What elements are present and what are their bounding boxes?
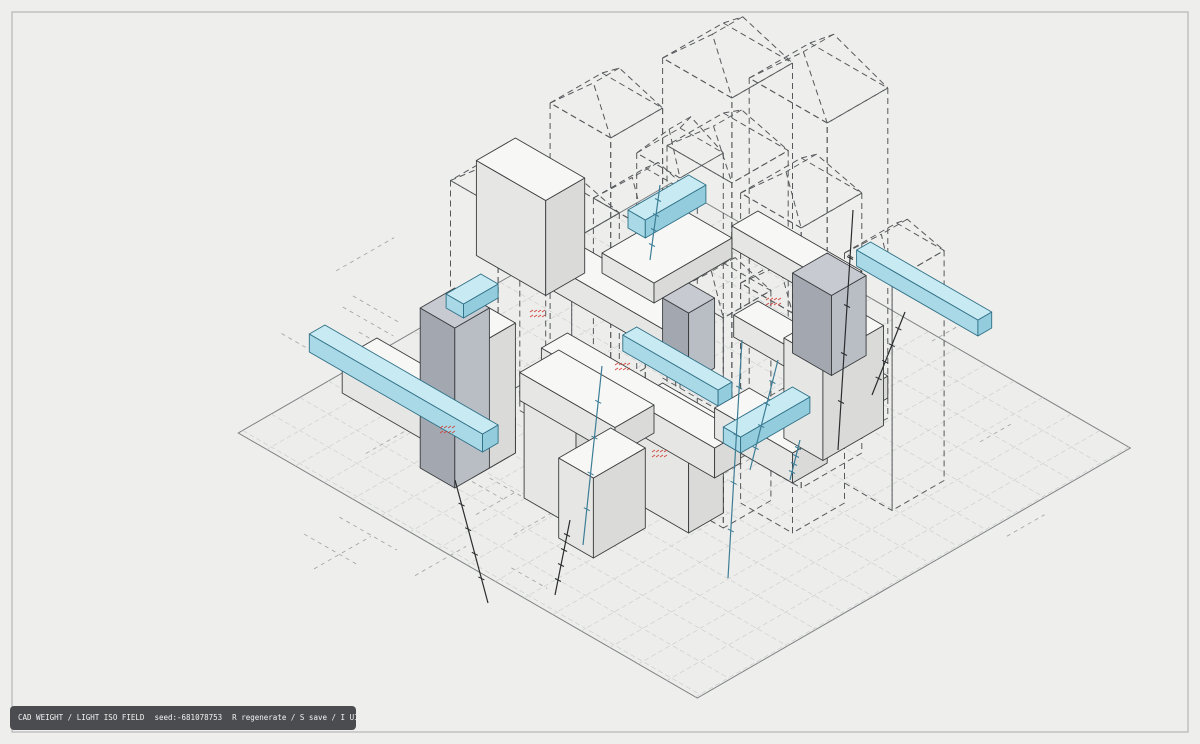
shaded-volume [792, 252, 867, 376]
drawing-canvas[interactable]: CAD WEIGHT / LIGHT ISO FIELD seed:-68107… [0, 0, 1200, 744]
hud-controls: R regenerate / S save / I UI / Space pau… [232, 713, 356, 722]
box-face-right [454, 307, 490, 489]
hud-seed: seed:-681078753 [154, 713, 223, 722]
hud-title: CAD WEIGHT / LIGHT ISO FIELD [18, 713, 145, 722]
status-hud: CAD WEIGHT / LIGHT ISO FIELD seed:-68107… [10, 706, 356, 730]
iso-field-drawing [0, 0, 1200, 744]
